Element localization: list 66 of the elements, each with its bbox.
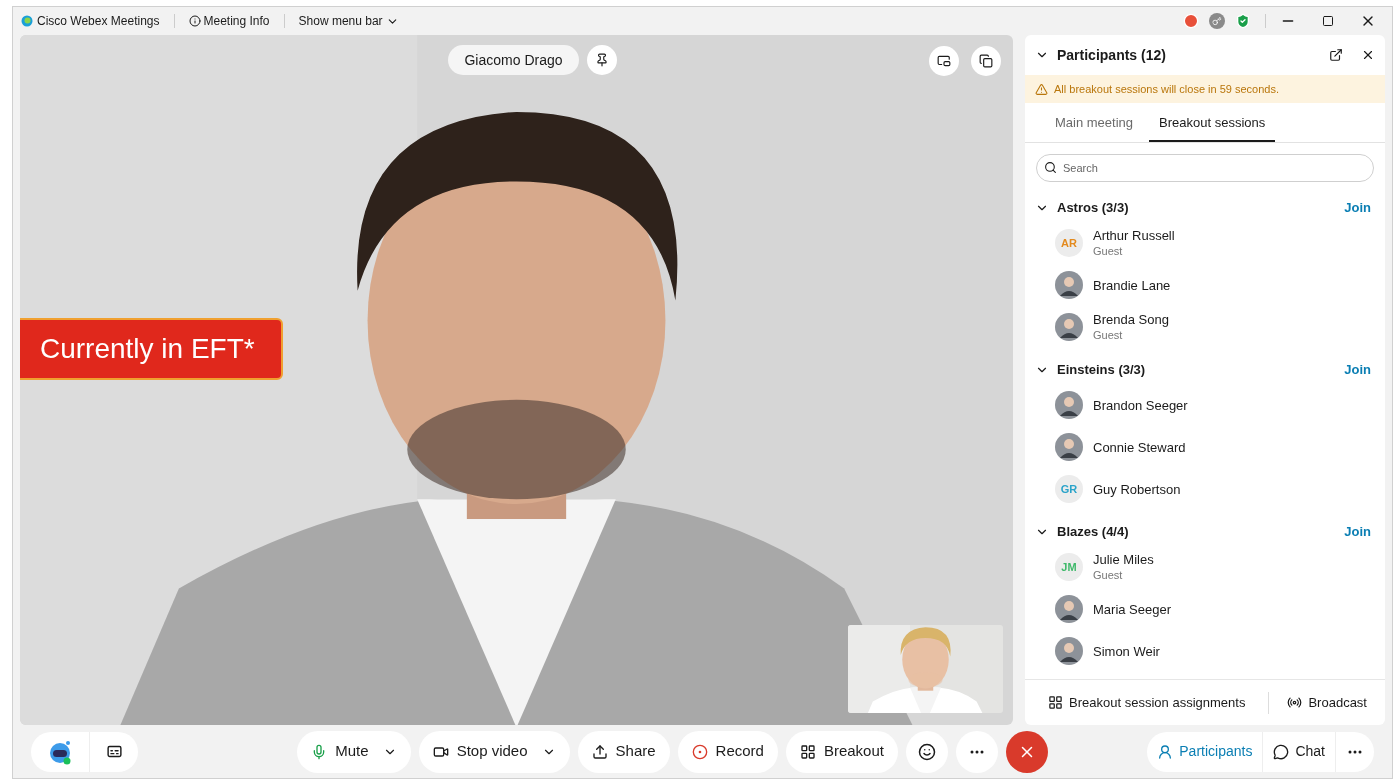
participant-name: Guy Robertson xyxy=(1093,480,1181,498)
avatar xyxy=(1055,433,1083,461)
tab[interactable]: Main meeting xyxy=(1045,105,1144,142)
captions-icon xyxy=(105,743,123,760)
participant-role: Guest xyxy=(1093,568,1124,583)
participant-name: Brandon Seeger xyxy=(1093,396,1188,414)
participant-role: Guest xyxy=(1093,244,1124,259)
grid-icon xyxy=(799,743,816,760)
warning-text: All breakout sessions will close in 59 seconds. xyxy=(1054,81,1279,97)
avatar-initials: GR xyxy=(1060,481,1078,497)
warning-icon xyxy=(1035,82,1048,96)
session-name: Blazes (4/4) xyxy=(1057,523,1130,542)
participant-name: Maria Seeger xyxy=(1093,600,1172,618)
session-name: Astros (3/3) xyxy=(1057,199,1130,218)
key-icon xyxy=(1209,13,1225,29)
participant-role: Guest xyxy=(1093,328,1124,343)
join-link[interactable]: Join xyxy=(1344,198,1371,218)
participant-name: Arthur Russell xyxy=(1093,227,1175,244)
pop-out-icon[interactable] xyxy=(1329,48,1343,62)
menu-item[interactable]: Show menu bar xyxy=(298,12,399,30)
maximize-icon[interactable] xyxy=(1322,15,1334,27)
avatar-initials: JM xyxy=(1061,559,1077,575)
menu-item[interactable]: Meeting Info xyxy=(188,12,270,30)
window-title: Cisco Webex Meetings xyxy=(37,13,160,30)
toolbar-button[interactable]: Record xyxy=(677,730,778,773)
record-icon xyxy=(691,743,708,760)
broadcast-icon xyxy=(1287,695,1303,710)
avatar xyxy=(1055,271,1083,299)
toolbar-button[interactable]: Stop video xyxy=(418,730,570,773)
share-icon xyxy=(591,743,608,760)
toolbar-button[interactable]: Breakout xyxy=(785,730,898,773)
avatar-initials: AR xyxy=(1061,235,1077,251)
search-icon xyxy=(1044,161,1057,174)
toolbar-button[interactable]: Mute xyxy=(297,730,411,773)
join-link[interactable]: Join xyxy=(1344,360,1371,380)
avatar xyxy=(1055,637,1083,665)
close-icon[interactable] xyxy=(1361,48,1375,62)
record-indicator-icon xyxy=(1183,13,1199,29)
participant-name: Connie Steward xyxy=(1093,438,1186,456)
avatar xyxy=(1055,313,1083,341)
more-icon xyxy=(1348,749,1362,754)
panel-toggle-button[interactable]: Participants xyxy=(1147,731,1264,772)
panel-title: Participants (12) xyxy=(1057,45,1167,65)
footer-button[interactable]: Breakout session assignments xyxy=(1025,692,1269,713)
more-icon xyxy=(969,749,984,754)
session-name: Einsteins (3/3) xyxy=(1057,361,1147,380)
participant-name: Simon Weir xyxy=(1093,642,1160,660)
leave-button[interactable] xyxy=(1005,730,1048,773)
toolbar-button[interactable]: Share xyxy=(577,730,670,773)
avatar xyxy=(1055,391,1083,419)
speech-bubble-icon xyxy=(1273,743,1290,760)
footer-button[interactable]: Broadcast xyxy=(1269,692,1385,713)
participant-name: Julie Miles xyxy=(1093,551,1154,568)
join-link[interactable]: Join xyxy=(1344,522,1371,542)
info-icon xyxy=(188,15,201,27)
participant-name: Brandie Lane xyxy=(1093,276,1171,294)
participant-name: Brenda Song xyxy=(1093,311,1169,328)
smiley-icon xyxy=(917,742,936,761)
search-field[interactable]: Search xyxy=(1036,154,1374,182)
grid-icon xyxy=(1048,695,1064,710)
shield-icon xyxy=(1235,13,1251,29)
webex-logo-icon xyxy=(21,15,33,27)
tab[interactable]: Breakout sessions xyxy=(1149,105,1276,142)
person-icon xyxy=(1157,743,1174,760)
panel-toggle-button[interactable]: Chat xyxy=(1263,731,1336,772)
avatar xyxy=(1055,595,1083,623)
